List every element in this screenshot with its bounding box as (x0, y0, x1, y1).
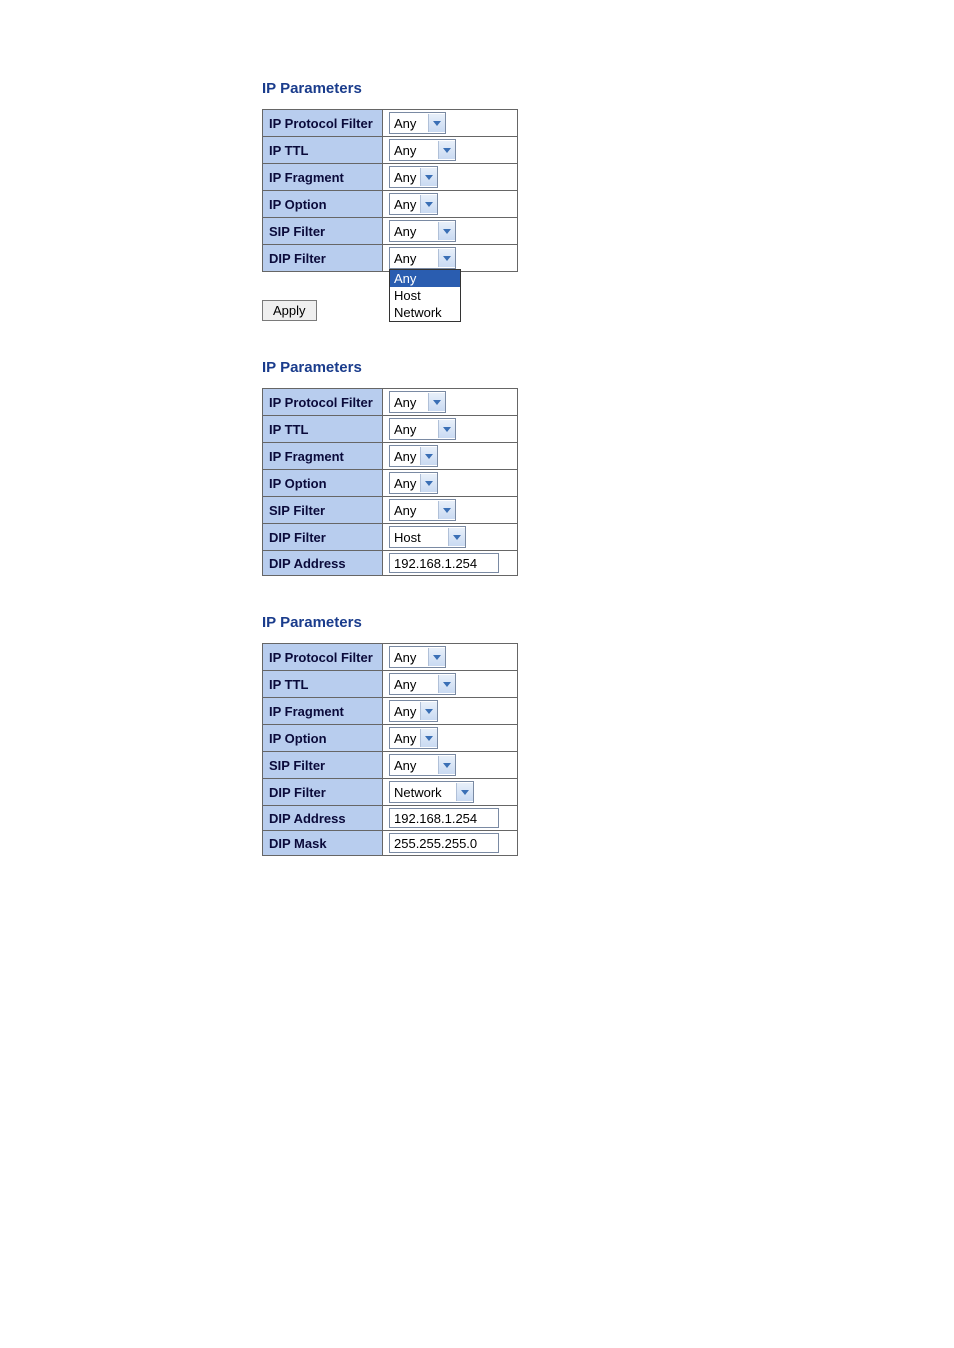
dip-address-label: DIP Address (263, 806, 383, 831)
ip-ttl-select[interactable]: Any (389, 139, 456, 161)
ip-option-select[interactable]: Any (389, 727, 438, 749)
ip-parameters-heading: IP Parameters (262, 614, 954, 631)
sip-filter-select[interactable]: Any (389, 220, 456, 242)
chevron-down-icon (438, 249, 455, 267)
chevron-down-icon (428, 648, 445, 666)
dip-filter-option-host[interactable]: Host (390, 287, 460, 304)
chevron-down-icon (438, 141, 455, 159)
ip-option-select[interactable]: Any (389, 472, 438, 494)
ip-ttl-label: IP TTL (263, 671, 383, 698)
ip-protocol-filter-select[interactable]: Any (389, 646, 446, 668)
chevron-down-icon (438, 675, 455, 693)
ip-fragment-select[interactable]: Any (389, 166, 438, 188)
sip-filter-select[interactable]: Any (389, 499, 456, 521)
ip-protocol-filter-label: IP Protocol Filter (263, 389, 383, 416)
dip-filter-select[interactable]: Any (389, 247, 456, 269)
ip-protocol-filter-select[interactable]: Any (389, 391, 446, 413)
apply-button[interactable]: Apply (262, 300, 317, 321)
dip-filter-label: DIP Filter (263, 245, 383, 272)
chevron-down-icon (438, 222, 455, 240)
chevron-down-icon (420, 474, 437, 492)
ip-fragment-select[interactable]: Any (389, 700, 438, 722)
dip-address-label: DIP Address (263, 551, 383, 576)
dip-filter-label: DIP Filter (263, 779, 383, 806)
sip-filter-label: SIP Filter (263, 497, 383, 524)
ip-ttl-select[interactable]: Any (389, 673, 456, 695)
chevron-down-icon (420, 195, 437, 213)
sip-filter-label: SIP Filter (263, 752, 383, 779)
ip-option-label: IP Option (263, 191, 383, 218)
ip-protocol-filter-select[interactable]: Any (389, 112, 446, 134)
ip-ttl-label: IP TTL (263, 137, 383, 164)
ip-option-label: IP Option (263, 725, 383, 752)
ip-parameters-heading: IP Parameters (262, 359, 954, 376)
dip-filter-option-network[interactable]: Network (390, 304, 460, 321)
chevron-down-icon (420, 729, 437, 747)
chevron-down-icon (420, 702, 437, 720)
ip-protocol-filter-label: IP Protocol Filter (263, 110, 383, 137)
sip-filter-select[interactable]: Any (389, 754, 456, 776)
chevron-down-icon (420, 447, 437, 465)
dip-filter-dropdown: Any Host Network (389, 269, 461, 322)
dip-mask-input[interactable] (389, 833, 499, 853)
ip-option-select[interactable]: Any (389, 193, 438, 215)
dip-filter-select[interactable]: Network (389, 781, 474, 803)
ip-fragment-label: IP Fragment (263, 443, 383, 470)
ip-parameters-table-3: IP Protocol Filter Any IP TTL Any IP Fra… (262, 643, 518, 856)
chevron-down-icon (428, 393, 445, 411)
ip-parameters-table-1: IP Protocol Filter Any IP TTL Any IP Fra… (262, 109, 518, 272)
chevron-down-icon (438, 501, 455, 519)
ip-fragment-select[interactable]: Any (389, 445, 438, 467)
chevron-down-icon (456, 783, 473, 801)
ip-option-label: IP Option (263, 470, 383, 497)
chevron-down-icon (448, 528, 465, 546)
ip-parameters-table-2: IP Protocol Filter Any IP TTL Any IP Fra… (262, 388, 518, 576)
chevron-down-icon (428, 114, 445, 132)
ip-parameters-heading: IP Parameters (262, 80, 954, 97)
dip-address-input[interactable] (389, 553, 499, 573)
chevron-down-icon (438, 420, 455, 438)
dip-filter-select[interactable]: Host (389, 526, 466, 548)
chevron-down-icon (420, 168, 437, 186)
ip-fragment-label: IP Fragment (263, 698, 383, 725)
ip-ttl-label: IP TTL (263, 416, 383, 443)
chevron-down-icon (438, 756, 455, 774)
dip-address-input[interactable] (389, 808, 499, 828)
dip-mask-label: DIP Mask (263, 831, 383, 856)
dip-filter-label: DIP Filter (263, 524, 383, 551)
sip-filter-label: SIP Filter (263, 218, 383, 245)
dip-filter-option-any[interactable]: Any (390, 270, 460, 287)
ip-fragment-label: IP Fragment (263, 164, 383, 191)
ip-ttl-select[interactable]: Any (389, 418, 456, 440)
ip-protocol-filter-label: IP Protocol Filter (263, 644, 383, 671)
